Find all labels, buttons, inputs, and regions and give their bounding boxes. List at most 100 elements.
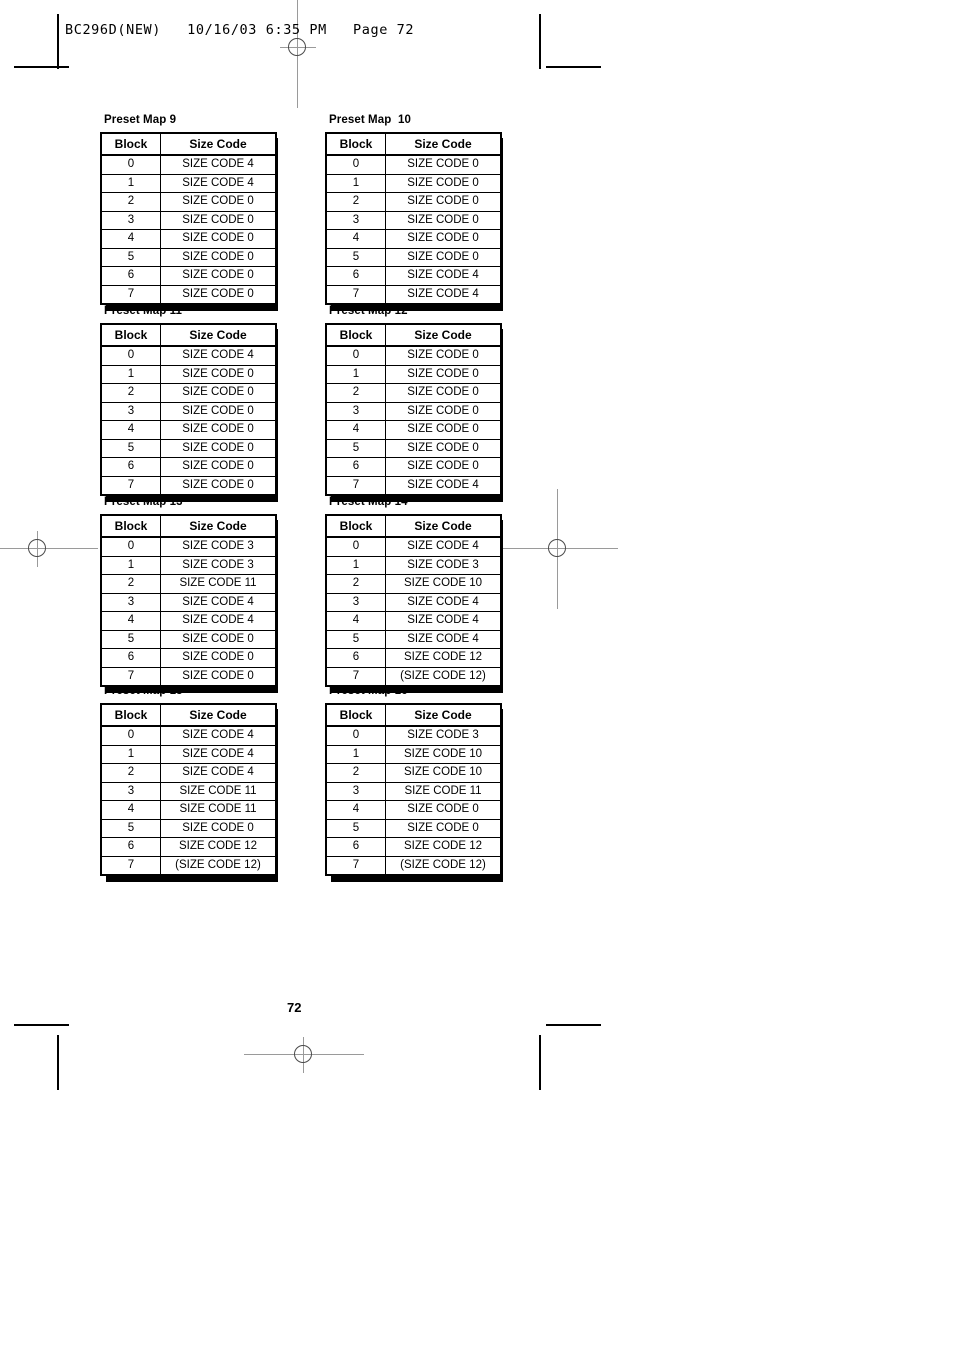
cell-block: 3 <box>100 592 161 612</box>
cell-size-code: SIZE CODE 10 <box>385 763 502 783</box>
cell-block: 3 <box>100 781 161 801</box>
cell-block: 2 <box>100 574 161 594</box>
table-row: 4 SIZE CODE 11 <box>100 800 277 820</box>
column-header-block: Block <box>325 514 386 538</box>
preset-map-title: Preset Map 10 <box>329 114 411 126</box>
table-row: 1 SIZE CODE 0 <box>325 364 502 384</box>
table-shadow-wrapper: Block Size Code 0 SIZE CODE 3 1 SIZE CODE … <box>100 514 278 693</box>
registration-crosshair-horizontal <box>0 548 98 549</box>
table-row: 1 SIZE CODE 3 <box>325 555 502 575</box>
cell-block: 7 <box>100 475 161 496</box>
cell-size-code: SIZE CODE 11 <box>160 800 277 820</box>
preset-map-table: Block Size Code 0 SIZE CODE 0 1 SIZE CODE … <box>325 323 502 496</box>
cell-size-code: SIZE CODE 0 <box>160 648 277 668</box>
cell-block: 6 <box>325 837 386 857</box>
column-header-block: Block <box>100 703 161 727</box>
table-row: 5 SIZE CODE 0 <box>100 818 277 838</box>
table-row: 3 SIZE CODE 4 <box>100 592 277 612</box>
cell-block: 2 <box>325 574 386 594</box>
crop-mark-bottom-right-horizontal <box>546 1024 601 1026</box>
table-row: 3 SIZE CODE 0 <box>325 210 502 230</box>
column-header-size-code: Size Code <box>385 132 502 156</box>
cell-size-code: SIZE CODE 10 <box>385 744 502 764</box>
table-row: 2 SIZE CODE 0 <box>100 383 277 403</box>
cell-size-code: SIZE CODE 0 <box>160 247 277 267</box>
table-row: 1 SIZE CODE 3 <box>100 555 277 575</box>
cell-block: 6 <box>100 266 161 286</box>
preset-map-table: Block Size Code 0 SIZE CODE 3 1 SIZE CODE … <box>325 703 502 876</box>
cell-block: 0 <box>325 725 386 746</box>
cell-size-code: SIZE CODE 0 <box>385 247 502 267</box>
table-header-row: Block Size Code <box>100 514 277 538</box>
cell-block: 0 <box>100 345 161 366</box>
column-header-size-code: Size Code <box>160 132 277 156</box>
cell-block: 0 <box>100 725 161 746</box>
column-header-size-code: Size Code <box>385 514 502 538</box>
table-row: 4 SIZE CODE 4 <box>100 611 277 631</box>
crop-mark-bottom-right-vertical <box>539 1035 541 1090</box>
preset-map-title: Preset Map 9 <box>104 114 177 126</box>
cell-size-code: SIZE CODE 0 <box>385 192 502 212</box>
preset-map-title: Preset Map 12 <box>329 305 408 317</box>
table-row: 5 SIZE CODE 0 <box>100 247 277 267</box>
cell-block: 0 <box>325 154 386 175</box>
table-shadow-wrapper: Block Size Code 0 SIZE CODE 0 1 SIZE CODE … <box>325 132 503 311</box>
table-row: 7 (SIZE CODE 12) <box>325 666 502 687</box>
cell-size-code: SIZE CODE 0 <box>160 818 277 838</box>
cell-size-code: SIZE CODE 4 <box>385 536 502 557</box>
preset-map-table-13: Preset Map 13 Block Size Code 0 SIZE CODE… <box>100 496 278 693</box>
crop-mark-bottom-left-horizontal <box>14 1024 69 1026</box>
cell-size-code: SIZE CODE 0 <box>160 266 277 286</box>
cell-block: 2 <box>100 383 161 403</box>
cell-block: 4 <box>325 800 386 820</box>
preset-map-table-12: Preset Map 12 Block Size Code 0 SIZE CODE… <box>325 305 503 502</box>
table-row: 6 SIZE CODE 12 <box>325 837 502 857</box>
cell-size-code: SIZE CODE 12 <box>160 837 277 857</box>
preset-map-title: Preset Map 11 <box>104 305 183 317</box>
cell-size-code: SIZE CODE 3 <box>385 555 502 575</box>
cell-block: 6 <box>325 266 386 286</box>
table-header-row: Block Size Code <box>100 703 277 727</box>
cell-size-code: SIZE CODE 4 <box>385 592 502 612</box>
table-row: 5 SIZE CODE 0 <box>325 438 502 458</box>
cell-block: 5 <box>325 247 386 267</box>
table-header-row: Block Size Code <box>325 514 502 538</box>
cell-block: 2 <box>325 763 386 783</box>
cell-block: 2 <box>100 763 161 783</box>
column-header-size-code: Size Code <box>160 323 277 347</box>
cell-size-code: SIZE CODE 4 <box>385 629 502 649</box>
cell-block: 1 <box>100 744 161 764</box>
table-row: 3 SIZE CODE 0 <box>325 401 502 421</box>
cell-block: 1 <box>100 364 161 384</box>
table-shadow-wrapper: Block Size Code 0 SIZE CODE 4 1 SIZE CODE … <box>100 323 278 502</box>
crop-mark-top-left-vertical <box>57 14 59 69</box>
table-row: 0 SIZE CODE 0 <box>325 345 502 366</box>
cell-block: 4 <box>100 800 161 820</box>
registration-mark-bottom-center <box>244 1037 364 1073</box>
cell-block: 0 <box>100 154 161 175</box>
cell-block: 1 <box>325 555 386 575</box>
column-header-block: Block <box>100 132 161 156</box>
cell-size-code: SIZE CODE 0 <box>160 666 277 687</box>
cell-size-code: SIZE CODE 0 <box>160 364 277 384</box>
cell-block: 4 <box>325 229 386 249</box>
cell-block: 7 <box>325 284 386 305</box>
cell-block: 6 <box>100 457 161 477</box>
cell-size-code: SIZE CODE 0 <box>385 154 502 175</box>
cell-block: 0 <box>325 536 386 557</box>
cell-size-code: SIZE CODE 0 <box>160 383 277 403</box>
registration-circle <box>548 539 566 557</box>
table-row: 4 SIZE CODE 0 <box>100 420 277 440</box>
cell-block: 2 <box>325 383 386 403</box>
cell-block: 6 <box>325 648 386 668</box>
preset-map-table-11: Preset Map 11 Block Size Code 0 SIZE CODE… <box>100 305 278 502</box>
table-row: 4 SIZE CODE 0 <box>100 229 277 249</box>
table-row: 7 SIZE CODE 0 <box>100 284 277 305</box>
cell-size-code: SIZE CODE 3 <box>385 725 502 746</box>
crop-mark-top-left-horizontal <box>14 66 69 68</box>
cell-size-code: SIZE CODE 11 <box>160 781 277 801</box>
registration-circle <box>294 1045 312 1063</box>
table-row: 3 SIZE CODE 0 <box>100 210 277 230</box>
preset-map-table: Block Size Code 0 SIZE CODE 4 1 SIZE CODE … <box>100 323 277 496</box>
table-row: 5 SIZE CODE 0 <box>325 818 502 838</box>
